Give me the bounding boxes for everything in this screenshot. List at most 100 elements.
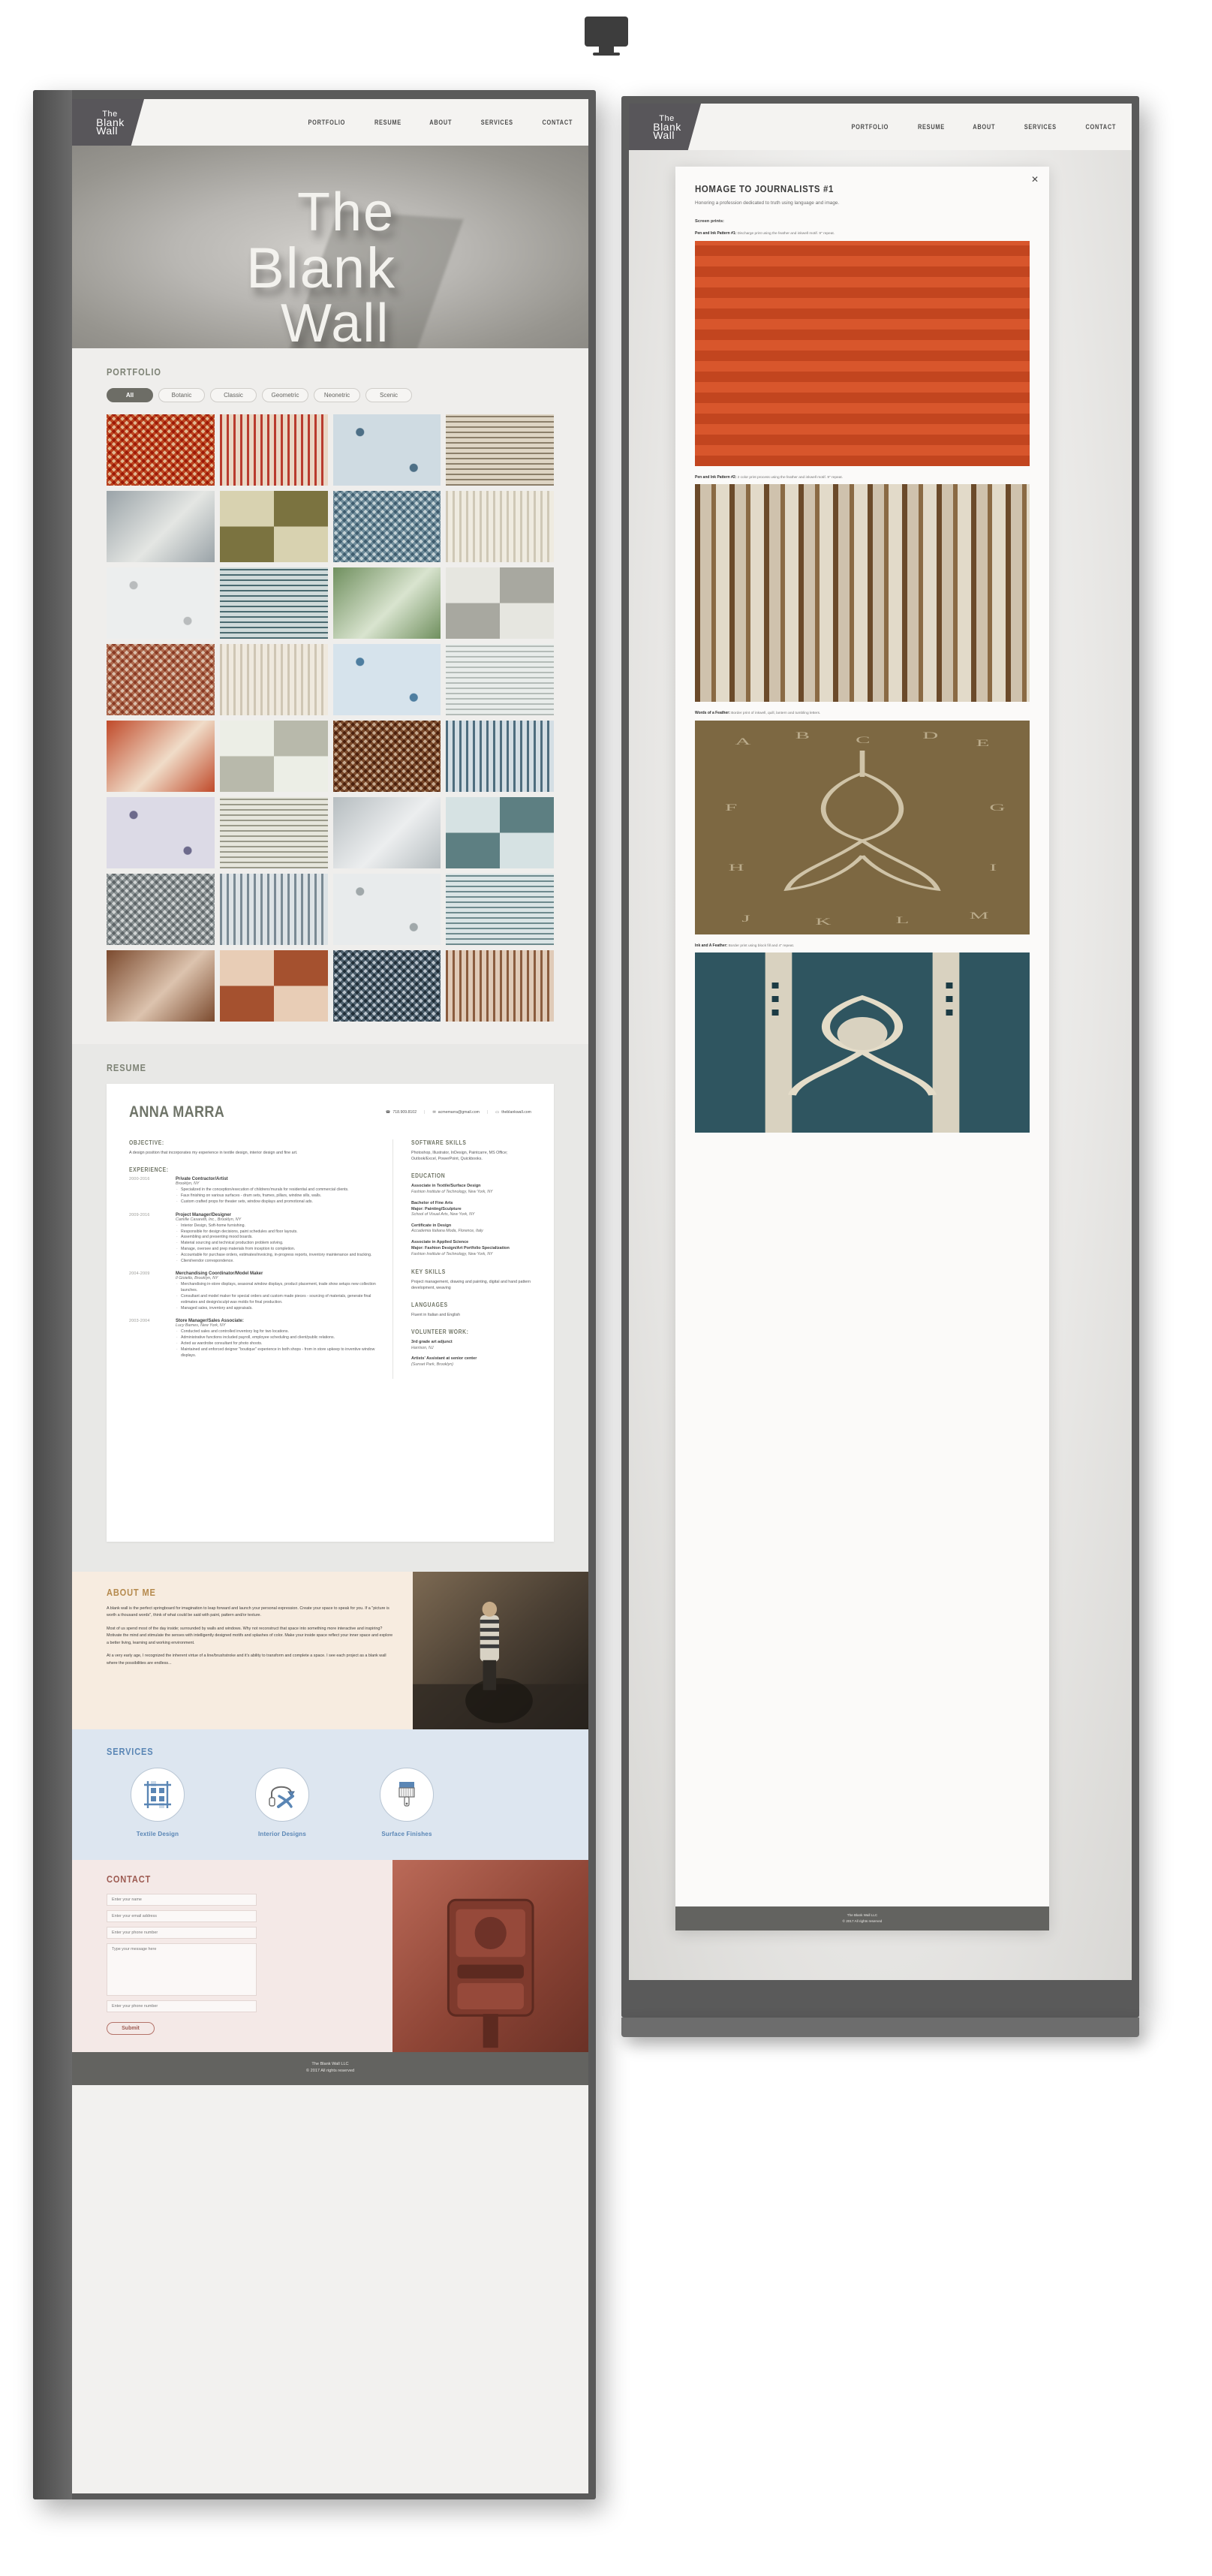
contact-message-textarea[interactable] bbox=[107, 1943, 257, 1996]
svg-text:H: H bbox=[729, 862, 744, 872]
resume-title: RESUME bbox=[107, 1062, 146, 1073]
portfolio-tile[interactable] bbox=[219, 874, 328, 945]
portfolio-tile[interactable] bbox=[107, 721, 215, 792]
portfolio-tile[interactable] bbox=[446, 797, 554, 868]
portfolio-tile[interactable] bbox=[332, 874, 441, 945]
modal-nav-item-services[interactable]: SERVICES bbox=[1024, 123, 1057, 131]
resume-education-block: EDUCATION Associate in Textile/Surface D… bbox=[411, 1172, 531, 1257]
portfolio-tile[interactable] bbox=[219, 721, 328, 792]
nav-item-services[interactable]: SERVICES bbox=[481, 119, 513, 126]
site-footer: The Blank Wall LLC © 2017 All rights res… bbox=[72, 2052, 588, 2086]
contact-name-input[interactable] bbox=[107, 1893, 257, 1906]
paintbrush-icon bbox=[380, 1767, 434, 1822]
contact-email-input[interactable] bbox=[107, 1909, 257, 1922]
footer-line-2: © 2017 All rights reserved bbox=[305, 2069, 355, 2074]
nav-item-contact[interactable]: CONTACT bbox=[543, 119, 573, 126]
modal-subtitle: Honoring a profession dedicated to truth… bbox=[695, 200, 840, 206]
modal-pattern-swatch[interactable] bbox=[695, 240, 1030, 466]
resume-education-item: Associate in Textile/Surface Design Fashi… bbox=[411, 1183, 531, 1195]
portfolio-tile[interactable] bbox=[446, 874, 554, 945]
portfolio-filter-neonetric[interactable]: Neonetric bbox=[314, 388, 360, 402]
modal-nav-item-portfolio[interactable]: PORTFOLIO bbox=[851, 123, 889, 131]
resume-education-school: Accademia Italiana Moda, Florence, Italy bbox=[411, 1229, 483, 1234]
resume-job-org: Camille Casaretti, Inc., Brooklyn, NY bbox=[176, 1217, 242, 1222]
nav-item-about[interactable]: ABOUT bbox=[430, 119, 453, 126]
portfolio-tile[interactable] bbox=[446, 567, 554, 639]
portfolio-tile[interactable] bbox=[446, 414, 554, 486]
site-logo[interactable]: The Blank Wall bbox=[72, 99, 144, 146]
service-card-textile[interactable]: Textile Design bbox=[113, 1767, 203, 1837]
portfolio-tile[interactable] bbox=[219, 797, 328, 868]
portfolio-tile[interactable] bbox=[332, 797, 441, 868]
services-title: SERVICES bbox=[107, 1745, 154, 1757]
contact-extra-phone-input[interactable] bbox=[107, 2000, 257, 2012]
monitor-screen bbox=[585, 17, 628, 47]
resume-job-dates: 2000-2016 bbox=[129, 1177, 150, 1182]
about-paragraph-2: Most of us spend most of the day inside;… bbox=[107, 1626, 393, 1645]
portfolio-filter-botanic[interactable]: Botanic bbox=[158, 388, 205, 402]
resume-volunteer-heading: VOLUNTEER WORK: bbox=[411, 1329, 469, 1336]
resume-volunteer-place: (Sunset Park, Brooklyn) bbox=[411, 1362, 453, 1367]
portfolio-tile[interactable] bbox=[219, 491, 328, 562]
resume-jobs: 2000-2016 Private Contractor/Artist Brookl… bbox=[129, 1177, 379, 1359]
nav-item-resume[interactable]: RESUME bbox=[374, 119, 401, 126]
resume-job-bullet: Administrative functions included payrol… bbox=[176, 1335, 379, 1341]
resume-software-text: Photoshop, Illustrator, InDesign, Paintc… bbox=[411, 1151, 508, 1162]
portfolio-tile[interactable] bbox=[107, 491, 215, 562]
portfolio-filter-geometric[interactable]: Geometric bbox=[262, 388, 308, 402]
nav-item-portfolio[interactable]: PORTFOLIO bbox=[308, 119, 345, 126]
portfolio-tile[interactable] bbox=[446, 491, 554, 562]
contact-phone-input[interactable] bbox=[107, 1926, 257, 1939]
modal-nav-item-resume[interactable]: RESUME bbox=[918, 123, 945, 131]
portfolio-tile[interactable] bbox=[107, 950, 215, 1022]
svg-text:C: C bbox=[856, 734, 870, 745]
portfolio-tile[interactable] bbox=[332, 950, 441, 1022]
modal-footer-line-2: © 2017 All rights reserved bbox=[842, 1918, 883, 1923]
portfolio-tile[interactable] bbox=[219, 414, 328, 486]
portfolio-tile[interactable] bbox=[332, 414, 441, 486]
portfolio-tile[interactable] bbox=[332, 644, 441, 715]
resume-education-school: School of Visual Arts, New York, NY bbox=[411, 1212, 475, 1217]
portfolio-filter-classic[interactable]: Classic bbox=[210, 388, 257, 402]
svg-text:B: B bbox=[795, 730, 810, 740]
portfolio-tile[interactable] bbox=[107, 414, 215, 486]
portfolio-tile[interactable] bbox=[446, 950, 554, 1022]
resume-education-item: Certificate in Design Accademia Italiana … bbox=[411, 1223, 531, 1235]
modal-nav-item-about[interactable]: ABOUT bbox=[973, 123, 996, 131]
portfolio-filter-scenic[interactable]: Scenic bbox=[365, 388, 412, 402]
modal-page-logo[interactable]: The Blank Wall bbox=[629, 104, 701, 150]
portfolio-tile[interactable] bbox=[107, 797, 215, 868]
svg-text:M: M bbox=[970, 910, 989, 920]
portfolio-tile[interactable] bbox=[219, 644, 328, 715]
modal-nav-item-contact[interactable]: CONTACT bbox=[1086, 123, 1117, 131]
portfolio-tile[interactable] bbox=[107, 567, 215, 639]
portfolio-filter-all[interactable]: All bbox=[107, 388, 153, 402]
portfolio-tile[interactable] bbox=[219, 567, 328, 639]
resume-job-bullet: Responsible for design decisions, paint … bbox=[176, 1229, 379, 1235]
portfolio-tile[interactable] bbox=[219, 950, 328, 1022]
resume-job-bullet: Faux finishing on various surfaces - dru… bbox=[176, 1193, 379, 1199]
portfolio-tile[interactable] bbox=[446, 721, 554, 792]
project-modal: ✕ HOMAGE TO JOURNALISTS #1 Honoring a pr… bbox=[675, 167, 1049, 1930]
contact-submit-button[interactable]: Submit bbox=[107, 2021, 155, 2035]
modal-pattern-swatch[interactable] bbox=[695, 952, 1030, 1133]
resume-job-body: Project Manager/Designer Camille Casarett… bbox=[176, 1213, 379, 1265]
modal-kicker: Screen prints: bbox=[695, 219, 724, 224]
resume-job-bullet: Manage, oversee and prep materials from … bbox=[176, 1247, 379, 1253]
modal-pattern-swatch[interactable]: A B C D E F G H I J K L M bbox=[695, 720, 1030, 934]
resume-job-entry: 2004-2009 Merchandising Coordinator/Model… bbox=[129, 1271, 379, 1311]
modal-footer: The Blank Wall LLC © 2017 All rights res… bbox=[675, 1906, 1049, 1930]
portfolio-tile[interactable] bbox=[107, 874, 215, 945]
close-icon[interactable]: ✕ bbox=[1030, 174, 1040, 185]
about-section: ABOUT ME A blank wall is the perfect spr… bbox=[72, 1572, 588, 1729]
portfolio-tile[interactable] bbox=[332, 721, 441, 792]
modal-pattern-swatch[interactable] bbox=[695, 484, 1030, 702]
service-card-surface[interactable]: Surface Finishes bbox=[362, 1767, 452, 1837]
hero-word-1: The bbox=[297, 182, 395, 242]
resume-body: OBJECTIVE: A design position that incorp… bbox=[129, 1139, 531, 1379]
service-card-interior[interactable]: Interior Designs bbox=[237, 1767, 327, 1837]
portfolio-tile[interactable] bbox=[107, 644, 215, 715]
portfolio-tile[interactable] bbox=[332, 491, 441, 562]
portfolio-tile[interactable] bbox=[446, 644, 554, 715]
portfolio-tile[interactable] bbox=[332, 567, 441, 639]
